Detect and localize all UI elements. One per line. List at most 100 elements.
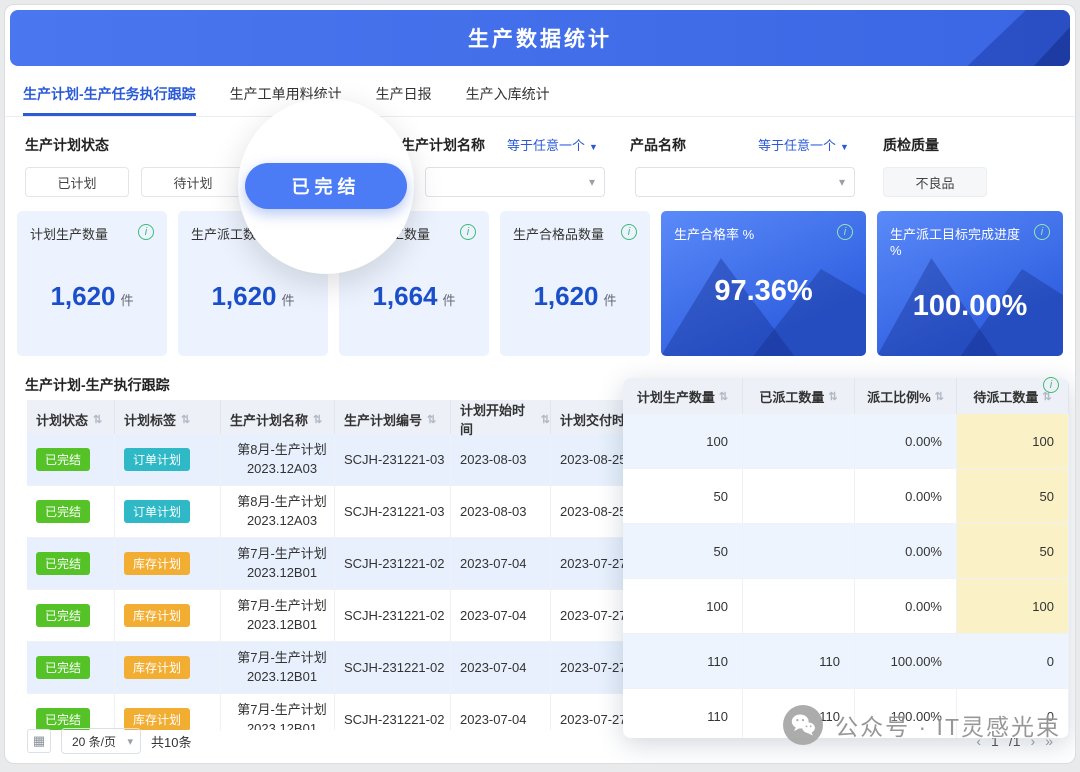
section-title: 生产计划-生产执行跟踪 xyxy=(25,375,170,395)
kpi-title: 计划生产数量 xyxy=(30,224,108,243)
plan-name-cell: 第7月-生产计划2023.12B01 xyxy=(221,694,335,730)
info-icon[interactable]: i xyxy=(1034,224,1050,240)
dispatched-qty-cell xyxy=(743,579,855,633)
sort-icon[interactable]: ⇅ xyxy=(181,413,190,426)
start-date-cell: 2023-07-04 xyxy=(451,642,551,693)
tag-badge: 订单计划 xyxy=(124,448,190,471)
tab-bar: 生产计划-生产任务执行跟踪 生产工单用料统计 生产日报 生产入库统计 xyxy=(5,73,1075,117)
kpi-qualified-qty: 生产合格品数量i 1,620件 xyxy=(500,211,650,356)
dispatched-qty-cell xyxy=(743,469,855,523)
panel-row[interactable]: 50 0.00% 50 xyxy=(623,524,1069,579)
column-label: 已派工数量 xyxy=(759,387,824,406)
planned-qty-cell: 110 xyxy=(623,689,743,738)
dispatch-ratio-cell: 0.00% xyxy=(855,414,957,468)
status-badge: 已完结 xyxy=(36,604,90,627)
status-option-completed-button[interactable]: 已完结 xyxy=(245,163,407,209)
dispatch-ratio-cell: 0.00% xyxy=(855,524,957,578)
panel-row[interactable]: 110 110 100.00% 0 xyxy=(623,634,1069,689)
plan-code-cell: SCJH-231221-03 xyxy=(335,486,451,537)
start-date-cell: 2023-07-04 xyxy=(451,590,551,641)
pending-qty-cell: 50 xyxy=(957,524,1069,578)
start-date-cell: 2023-07-04 xyxy=(451,694,551,730)
kpi-value: 1,620 xyxy=(533,281,598,311)
sort-icon[interactable]: ⇅ xyxy=(93,413,102,426)
tab-production-inbound-stats[interactable]: 生产入库统计 xyxy=(466,73,550,116)
kpi-value: 100.00% xyxy=(913,290,1028,322)
app-window: 生产数据统计 生产计划-生产任务执行跟踪 生产工单用料统计 生产日报 生产入库统… xyxy=(4,4,1076,764)
page-size-select[interactable]: 20 条/页▾ xyxy=(61,728,141,754)
quality-label: 质检质量 xyxy=(883,135,939,155)
pending-qty-cell: 50 xyxy=(957,469,1069,523)
chevron-down-icon: ▾ xyxy=(589,175,595,189)
dispatch-ratio-cell: 0.00% xyxy=(855,469,957,523)
planned-qty-cell: 50 xyxy=(623,524,743,578)
info-icon[interactable]: i xyxy=(621,224,637,240)
info-icon[interactable]: i xyxy=(837,224,853,240)
kpi-planned-production-qty: 计划生产数量i 1,620件 xyxy=(17,211,167,356)
panel-row[interactable]: 100 0.00% 100 xyxy=(623,414,1069,469)
plan-code-cell: SCJH-231221-02 xyxy=(335,642,451,693)
panel-row[interactable]: 50 0.00% 50 xyxy=(623,469,1069,524)
sort-icon[interactable]: ⇅ xyxy=(313,413,322,426)
column-header-dispatch-ratio: 派工比例% ⇅ xyxy=(855,378,957,414)
plan-name-cell: 第7月-生产计划2023.12B01 xyxy=(221,538,335,589)
caret-down-icon: ▼ xyxy=(840,142,849,152)
section-info-icon[interactable]: i xyxy=(1043,377,1059,393)
plan-name-label: 生产计划名称 xyxy=(401,135,485,155)
tab-production-daily-report[interactable]: 生产日报 xyxy=(376,73,432,116)
tag-badge: 订单计划 xyxy=(124,500,190,523)
column-header-dispatched-qty: 已派工数量 ⇅ xyxy=(743,378,855,414)
column-label: 派工比例% xyxy=(867,387,931,406)
kpi-value: 1,620 xyxy=(211,281,276,311)
plan-name-operator-dropdown[interactable]: 等于任意一个▼ xyxy=(507,135,598,154)
dispatched-qty-cell xyxy=(743,414,855,468)
column-label: 计划标签 xyxy=(124,410,176,429)
dispatched-qty-cell: 110 xyxy=(743,689,855,738)
planned-qty-cell: 110 xyxy=(623,634,743,688)
status-badge: 已完结 xyxy=(36,500,90,523)
planned-qty-cell: 100 xyxy=(623,579,743,633)
sort-icon[interactable]: ⇅ xyxy=(427,413,436,426)
quality-option-defective-button[interactable]: 不良品 xyxy=(883,167,987,197)
info-icon[interactable]: i xyxy=(138,224,154,240)
sort-icon[interactable]: ⇅ xyxy=(719,390,728,403)
tab-production-plan-tracking[interactable]: 生产计划-生产任务执行跟踪 xyxy=(23,73,196,116)
product-name-select[interactable]: ▾ xyxy=(635,167,855,197)
status-badge: 已完结 xyxy=(36,448,90,471)
sort-icon[interactable]: ⇅ xyxy=(935,390,944,403)
kpi-value: 97.36% xyxy=(714,275,812,307)
sort-icon[interactable]: ⇅ xyxy=(541,413,550,426)
panel-row[interactable]: 110 110 100.00% 0 xyxy=(623,689,1069,738)
start-date-cell: 2023-07-04 xyxy=(451,538,551,589)
plan-name-cell: 第7月-生产计划2023.12B01 xyxy=(221,642,335,693)
plan-name-cell: 第8月-生产计划2023.12A03 xyxy=(221,486,335,537)
panel-row[interactable]: 100 0.00% 100 xyxy=(623,579,1069,634)
plan-code-cell: SCJH-231221-02 xyxy=(335,590,451,641)
tag-badge: 库存计划 xyxy=(124,656,190,679)
kpi-dispatch-target-progress: 生产派工目标完成进度 %i 100.00% xyxy=(877,211,1063,356)
column-header-planned-qty: 计划生产数量 ⇅ xyxy=(623,378,743,414)
column-label: 计划状态 xyxy=(36,410,88,429)
plan-name-select[interactable]: ▾ xyxy=(425,167,605,197)
column-settings-icon[interactable]: ▦ xyxy=(27,729,51,753)
product-name-operator-dropdown[interactable]: 等于任意一个▼ xyxy=(758,135,849,154)
info-icon[interactable]: i xyxy=(460,224,476,240)
pending-qty-cell: 0 xyxy=(957,689,1069,738)
dispatch-detail-panel: 计划生产数量⇅ 已派工数量⇅ 派工比例%⇅ 待派工数量⇅ 100 0.00% 1… xyxy=(623,378,1069,738)
column-label: 生产计划编号 xyxy=(344,410,422,429)
kpi-unit: 件 xyxy=(443,293,456,308)
kpi-pass-rate: 生产合格率 %i 97.36% xyxy=(661,211,866,356)
chevron-down-icon: ▾ xyxy=(839,175,845,189)
tag-badge: 库存计划 xyxy=(124,552,190,575)
column-label: 计划生产数量 xyxy=(637,387,715,406)
total-count-label: 共10条 xyxy=(151,732,191,751)
status-option-pending-button[interactable]: 待计划 xyxy=(141,167,245,197)
page-size-value: 20 条/页 xyxy=(72,733,116,750)
pending-qty-cell: 0 xyxy=(957,634,1069,688)
plan-name-cell: 第8月-生产计划2023.12A03 xyxy=(221,434,335,485)
status-badge: 已完结 xyxy=(36,656,90,679)
sort-icon[interactable]: ⇅ xyxy=(828,390,837,403)
dispatch-ratio-cell: 0.00% xyxy=(855,579,957,633)
status-option-planned-button[interactable]: 已计划 xyxy=(25,167,129,197)
plan-name-cell: 第7月-生产计划2023.12B01 xyxy=(221,590,335,641)
